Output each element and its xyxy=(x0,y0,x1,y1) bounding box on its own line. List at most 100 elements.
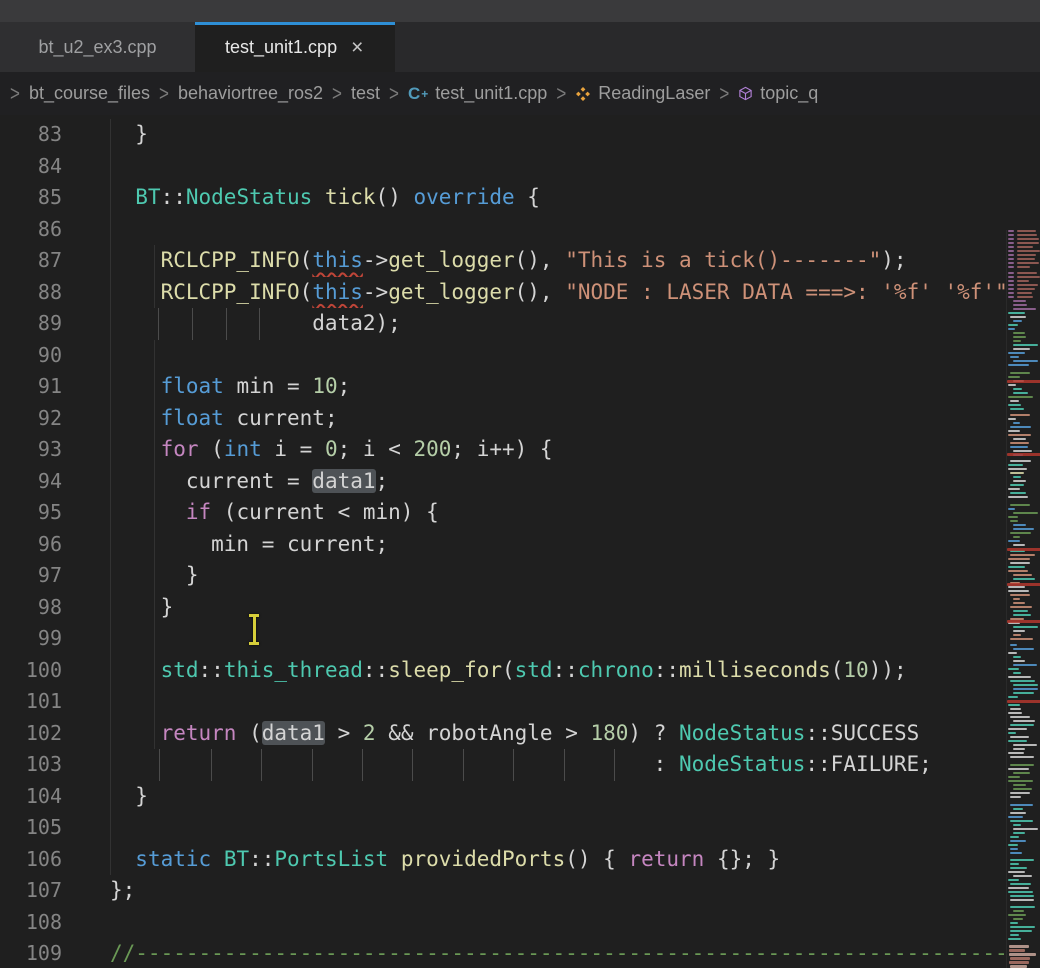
indent-guide xyxy=(261,749,262,781)
minimap-line xyxy=(1010,644,1017,646)
breadcrumb-item-ReadingLaser[interactable]: ReadingLaser xyxy=(575,83,710,104)
breadcrumb-item-test[interactable]: test xyxy=(351,83,380,104)
minimap-line xyxy=(1010,883,1031,885)
minimap-line xyxy=(1008,590,1029,592)
breadcrumb-item-bt_course_files[interactable]: bt_course_files xyxy=(29,83,150,104)
code-line: 104 } xyxy=(0,781,1006,813)
line-number: 109 xyxy=(0,938,110,968)
code-line-text: RCLCPP_INFO(this->get_logger(), "NODE : … xyxy=(110,277,1006,309)
minimap-line xyxy=(1008,732,1016,734)
code-line-text: RCLCPP_INFO(this->get_logger(), "This is… xyxy=(110,245,1006,277)
minimap-line xyxy=(1008,496,1028,498)
breadcrumb-label: bt_course_files xyxy=(29,83,150,104)
indent-guide xyxy=(110,403,111,435)
code-line: 106 static BT::PortsList providedPorts()… xyxy=(0,844,1006,876)
code-line-text: } xyxy=(110,781,1006,813)
indent-guide xyxy=(154,371,155,403)
tab-label: bt_u2_ex3.cpp xyxy=(38,37,156,58)
minimap-line xyxy=(1013,688,1038,690)
indent-guide xyxy=(110,277,111,309)
chevron-right-icon: > xyxy=(159,81,169,106)
minimap-line xyxy=(1013,788,1032,790)
breadcrumb-label: topic_q xyxy=(760,83,818,104)
indent-guide xyxy=(154,623,155,655)
minimap-line xyxy=(1013,574,1032,576)
minimap-line xyxy=(1010,965,1027,968)
code-editor[interactable]: 83 }8485 BT::NodeStatus tick() override … xyxy=(0,115,1040,968)
minimap-line xyxy=(1013,544,1025,546)
indent-guide xyxy=(312,749,313,781)
indent-guide xyxy=(110,749,111,781)
minimap-line xyxy=(1008,938,1021,940)
minimap-line xyxy=(1010,484,1024,486)
minimap-line xyxy=(1010,316,1026,318)
minimap-line xyxy=(1008,468,1027,470)
minimap-line xyxy=(1008,752,1024,754)
minimap-line xyxy=(1013,634,1021,636)
minimap-line xyxy=(1013,832,1025,834)
minimap-line xyxy=(1008,312,1025,314)
minimap-line xyxy=(1009,949,1025,952)
minimap-line xyxy=(1013,536,1020,538)
minimap-line xyxy=(1010,906,1035,908)
minimap-line xyxy=(1010,756,1034,758)
code-line: 90 xyxy=(0,340,1006,372)
minimap-line xyxy=(1008,586,1025,588)
indent-guide xyxy=(110,529,111,561)
minimap-line xyxy=(1013,422,1020,424)
indent-guide xyxy=(110,781,111,813)
minimap-line xyxy=(1013,528,1034,530)
line-number: 106 xyxy=(0,844,110,876)
minimap-line xyxy=(1017,284,1038,286)
minimap-line xyxy=(1008,668,1019,670)
minimap-line xyxy=(1008,430,1020,432)
breadcrumb-item-topic_q[interactable]: topic_q xyxy=(738,83,818,104)
code-line-text: : NodeStatus::FAILURE; xyxy=(110,749,1006,781)
close-icon[interactable]: × xyxy=(349,37,365,58)
minimap-line xyxy=(1010,562,1030,564)
minimap-line xyxy=(1010,957,1030,960)
minimap-line xyxy=(1010,764,1034,766)
indent-guide xyxy=(110,245,111,277)
window-titlebar xyxy=(0,0,1040,22)
minimap-line xyxy=(1008,262,1014,264)
minimap-line xyxy=(1008,396,1033,398)
code-line: 108 xyxy=(0,907,1006,939)
minimap-line xyxy=(1008,914,1026,916)
minimap-line xyxy=(1008,464,1023,466)
indent-guide xyxy=(362,749,363,781)
minimap-line xyxy=(1017,266,1030,268)
minimap[interactable] xyxy=(1006,230,1040,968)
code-line-text xyxy=(110,151,1006,183)
line-number: 105 xyxy=(0,812,110,844)
minimap-line xyxy=(1008,250,1014,252)
minimap-line xyxy=(1008,234,1014,236)
minimap-line xyxy=(1008,284,1014,286)
indent-guide xyxy=(154,497,155,529)
minimap-line xyxy=(1008,254,1014,256)
breadcrumb-item-test_unit1.cpp[interactable]: C+test_unit1.cpp xyxy=(408,83,547,104)
minimap-line xyxy=(1008,652,1017,654)
minimap-line xyxy=(1010,356,1019,358)
tab-bt_u2_ex3.cpp[interactable]: bt_u2_ex3.cpp xyxy=(0,22,195,72)
line-number: 100 xyxy=(0,655,110,687)
code-line: 100 std::this_thread::sleep_for(std::chr… xyxy=(0,655,1006,687)
tab-test_unit1.cpp[interactable]: test_unit1.cpp× xyxy=(195,22,395,72)
minimap-line xyxy=(1008,276,1014,278)
minimap-line xyxy=(1013,388,1022,390)
minimap-line xyxy=(1013,336,1026,338)
minimap-line xyxy=(1010,446,1028,448)
code-line-text: static BT::PortsList providedPorts() { r… xyxy=(110,844,1006,876)
minimap-line xyxy=(1013,648,1034,650)
line-number: 98 xyxy=(0,592,110,624)
minimap-line xyxy=(1017,296,1033,298)
minimap-line xyxy=(1007,453,1040,456)
code-line: 91 float min = 10; xyxy=(0,371,1006,403)
code-line-text: } xyxy=(110,592,1006,624)
code-line: 109//-----------------------------------… xyxy=(0,938,1006,968)
minimap-line xyxy=(1013,672,1021,674)
minimap-line xyxy=(1008,238,1014,240)
minimap-line xyxy=(1010,895,1034,897)
breadcrumb-item-behaviortree_ros2[interactable]: behaviortree_ros2 xyxy=(178,83,323,104)
indent-guide xyxy=(154,277,155,309)
